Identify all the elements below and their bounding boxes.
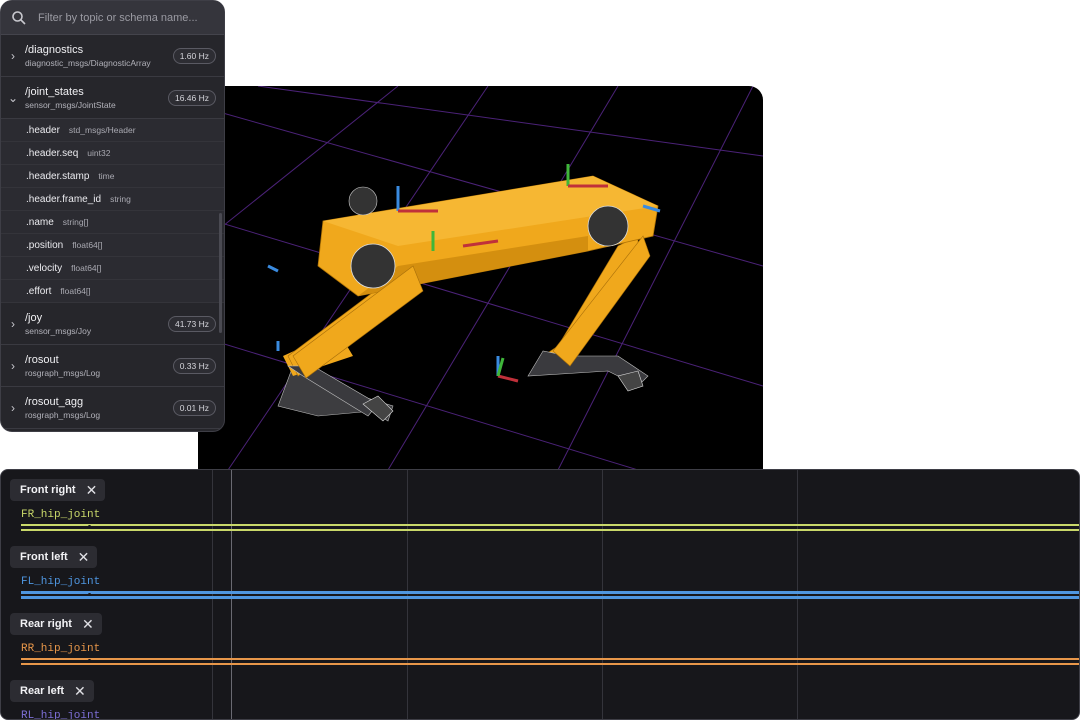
3d-scene	[198, 86, 763, 470]
field-name: .position	[26, 239, 64, 251]
series-line[interactable]	[21, 596, 1079, 599]
series-marker	[88, 659, 91, 662]
series-marker	[88, 593, 91, 596]
close-icon[interactable]: ✕	[86, 482, 98, 499]
time-gridline	[212, 470, 213, 719]
series-line[interactable]	[21, 658, 1079, 660]
topic-name: /joint_states	[25, 85, 84, 98]
series-line[interactable]	[21, 663, 1079, 665]
topic-name: /joy	[25, 311, 43, 324]
plot-title: Rear right	[20, 618, 72, 630]
topic-row-joy[interactable]: › /joy sensor_msgs/Joy 41.73 Hz	[1, 303, 224, 345]
topic-schema: rosgraph_msgs/Log	[25, 409, 101, 420]
topic-name: /rosout_agg	[25, 395, 84, 408]
close-icon[interactable]: ✕	[74, 683, 86, 700]
topic-name: /rosout	[25, 353, 59, 366]
field-type: float64[]	[71, 263, 102, 273]
series-marker	[88, 525, 91, 528]
plot-label-chip: Rear left ✕	[10, 680, 94, 702]
field-row[interactable]: .velocity float64[]	[1, 257, 224, 280]
topic-name: /diagnostics	[25, 43, 84, 56]
field-name: .header.seq	[26, 147, 79, 159]
field-row[interactable]: .effort float64[]	[1, 280, 224, 303]
chevron-down-icon[interactable]: ⌄	[1, 91, 25, 105]
field-type: time	[98, 171, 115, 181]
joint-label: RL_hip_joint	[21, 710, 101, 720]
plot-title: Front right	[20, 484, 76, 496]
plot-panel: Front right ✕ FR_hip_joint Front left ✕ …	[0, 469, 1080, 720]
topic-panel: › /diagnostics diagnostic_msgs/Diagnosti…	[0, 0, 225, 432]
topic-frequency-badge: 0.33 Hz	[172, 357, 216, 374]
series-line[interactable]	[21, 591, 1079, 594]
topic-row-diagnostics[interactable]: › /diagnostics diagnostic_msgs/Diagnosti…	[1, 35, 224, 77]
search-icon	[12, 10, 26, 25]
time-gridline	[407, 470, 408, 719]
field-type: float64[]	[72, 240, 103, 250]
chevron-right-icon[interactable]: ›	[1, 401, 25, 415]
field-name: .velocity	[26, 262, 63, 274]
topic-row-rosout-agg[interactable]: › /rosout_agg rosgraph_msgs/Log 0.01 Hz	[1, 387, 224, 429]
search-input[interactable]	[36, 10, 210, 25]
field-row[interactable]: .name string[]	[1, 211, 224, 234]
chevron-right-icon[interactable]: ›	[1, 359, 25, 373]
topic-row-joint-states[interactable]: ⌄ /joint_states sensor_msgs/JointState 1…	[1, 77, 224, 119]
series-line[interactable]	[21, 524, 1079, 526]
close-icon[interactable]: ✕	[82, 616, 94, 633]
topic-schema: diagnostic_msgs/DiagnosticArray	[25, 57, 151, 68]
field-row[interactable]: .header.frame_id string	[1, 188, 224, 211]
topic-frequency-badge: 1.60 Hz	[172, 47, 216, 64]
plot-title: Rear left	[20, 685, 65, 697]
ground-grid	[198, 86, 763, 470]
field-name: .header.frame_id	[26, 193, 102, 205]
topic-schema: sensor_msgs/JointState	[25, 99, 116, 110]
plot-label-chip: Front right ✕	[10, 479, 106, 501]
topic-row-rosout[interactable]: › /rosout rosgraph_msgs/Log 0.33 Hz	[1, 345, 224, 387]
joint-label: RR_hip_joint	[21, 643, 101, 655]
chevron-right-icon[interactable]: ›	[1, 317, 25, 331]
scrollbar[interactable]	[219, 213, 222, 333]
field-row[interactable]: .header std_msgs/Header	[1, 119, 224, 142]
series-line[interactable]	[21, 529, 1079, 531]
topic-schema: sensor_msgs/Joy	[25, 325, 92, 336]
field-row[interactable]: .position float64[]	[1, 234, 224, 257]
field-type: uint32	[87, 148, 111, 158]
field-type: std_msgs/Header	[68, 125, 136, 135]
playback-cursor[interactable]	[231, 470, 232, 719]
close-icon[interactable]: ✕	[78, 549, 90, 566]
field-row[interactable]: .header.seq uint32	[1, 142, 224, 165]
3d-viewport[interactable]	[198, 86, 763, 470]
field-type: float64[]	[60, 286, 91, 296]
field-name: .name	[26, 216, 54, 228]
field-name: .header.stamp	[26, 170, 90, 182]
field-name: .effort	[26, 285, 52, 297]
topic-frequency-badge: 41.73 Hz	[167, 315, 216, 332]
search-bar	[1, 1, 224, 35]
topic-schema: rosgraph_msgs/Log	[25, 367, 101, 378]
plot-title: Front left	[20, 551, 68, 563]
joint-label: FL_hip_joint	[21, 576, 101, 588]
field-name: .header	[26, 124, 60, 136]
time-gridline	[602, 470, 603, 719]
joint-label: FR_hip_joint	[21, 509, 101, 521]
field-type: string[]	[62, 217, 89, 227]
topic-frequency-badge: 16.46 Hz	[167, 89, 216, 106]
field-type: string	[110, 194, 131, 204]
field-row[interactable]: .header.stamp time	[1, 165, 224, 188]
plot-label-chip: Rear right ✕	[10, 613, 102, 635]
time-gridline	[797, 470, 798, 719]
topic-frequency-badge: 0.01 Hz	[172, 399, 216, 416]
chevron-right-icon[interactable]: ›	[1, 49, 25, 63]
plot-label-chip: Front left ✕	[10, 546, 98, 568]
